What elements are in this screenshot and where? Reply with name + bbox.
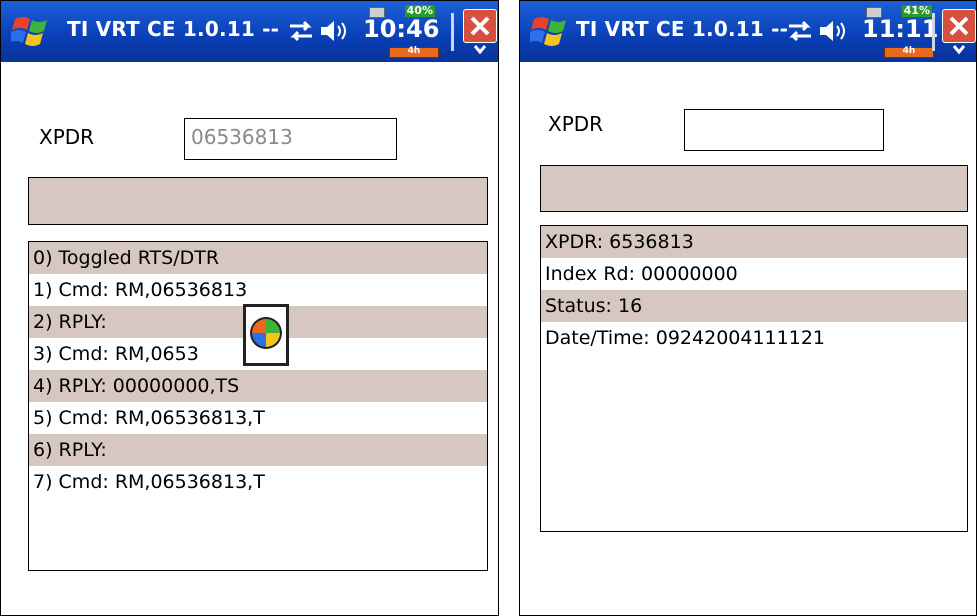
list-item[interactable]: XPDR: 6536813 xyxy=(541,226,967,258)
command-log-list[interactable]: 0) Toggled RTS/DTR 1) Cmd: RM,06536813 2… xyxy=(28,241,488,571)
close-button[interactable] xyxy=(942,9,976,43)
list-item[interactable]: Date/Time: 09242004111121 xyxy=(541,322,967,354)
speaker-icon[interactable] xyxy=(319,18,351,44)
app-title: TI VRT CE 1.0.11 -- xyxy=(67,17,280,41)
xpdr-input[interactable]: 06536813 xyxy=(184,118,397,160)
signal-label: 4h xyxy=(407,46,421,56)
title-bar: TI VRT CE 1.0.11 -- 41% 11:11 4h xyxy=(520,1,976,62)
title-bar: TI VRT CE 1.0.11 -- 40% 10:46 4h xyxy=(1,1,498,62)
left-screen: TI VRT CE 1.0.11 -- 40% 10:46 4h XPDR 06… xyxy=(0,0,499,616)
app-title: TI VRT CE 1.0.11 -- xyxy=(576,17,789,41)
windows-flag-icon[interactable] xyxy=(530,13,572,49)
list-item[interactable]: 6) RPLY: xyxy=(29,434,487,466)
sync-arrows-icon[interactable] xyxy=(785,18,815,44)
title-divider xyxy=(932,13,935,51)
status-bar-field xyxy=(28,177,488,225)
signal-strength-bar: 4h xyxy=(884,46,934,58)
clock[interactable]: 10:46 xyxy=(363,15,439,43)
list-item[interactable]: 4) RPLY: 00000000,TS xyxy=(29,370,487,402)
title-divider xyxy=(451,13,454,51)
busy-wait-icon xyxy=(243,304,289,366)
close-button[interactable] xyxy=(463,9,497,43)
signal-strength-bar: 4h xyxy=(389,46,439,58)
windows-flag-icon[interactable] xyxy=(11,13,53,49)
list-item[interactable]: 0) Toggled RTS/DTR xyxy=(29,242,487,274)
xpdr-label: XPDR xyxy=(39,125,95,149)
sync-arrows-icon[interactable] xyxy=(286,18,316,44)
close-x-icon xyxy=(949,16,969,36)
status-bar-field xyxy=(540,165,968,212)
speaker-icon[interactable] xyxy=(818,18,850,44)
list-item[interactable]: Index Rd: 00000000 xyxy=(541,258,967,290)
signal-label: 4h xyxy=(902,46,916,56)
chevron-down-icon[interactable] xyxy=(952,43,966,55)
result-list[interactable]: XPDR: 6536813 Index Rd: 00000000 Status:… xyxy=(540,225,968,532)
list-item[interactable]: 7) Cmd: RM,06536813,T xyxy=(29,466,487,498)
clock[interactable]: 11:11 xyxy=(862,15,938,43)
right-screen: TI VRT CE 1.0.11 -- 41% 11:11 4h XPDR XP… xyxy=(519,0,977,616)
xpdr-label: XPDR xyxy=(548,112,604,136)
close-x-icon xyxy=(470,16,490,36)
xpdr-input[interactable] xyxy=(684,109,884,151)
list-item[interactable]: Status: 16 xyxy=(541,290,967,322)
list-item[interactable]: 5) Cmd: RM,06536813,T xyxy=(29,402,487,434)
chevron-down-icon[interactable] xyxy=(473,43,487,55)
list-item[interactable]: 1) Cmd: RM,06536813 xyxy=(29,274,487,306)
